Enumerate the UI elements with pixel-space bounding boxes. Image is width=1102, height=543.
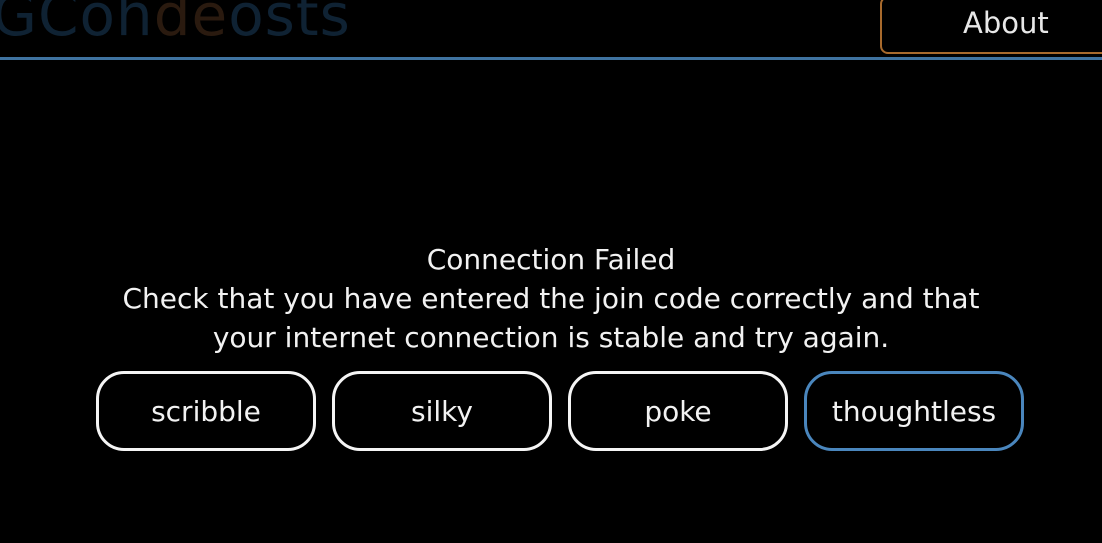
join-code-word-2[interactable] — [332, 371, 552, 451]
error-line-2: your internet connection is stable and t… — [212, 321, 890, 354]
join-code-word-4[interactable] — [804, 371, 1024, 451]
error-line-1: Check that you have entered the join cod… — [122, 282, 980, 315]
join-code-word-3[interactable] — [568, 371, 788, 451]
logo-text-part2: de — [153, 0, 229, 49]
about-button-label: About — [963, 6, 1049, 40]
top-header: GCohdeosts About — [0, 0, 1102, 60]
join-code-inputs — [96, 371, 1026, 451]
join-code-word-1[interactable] — [96, 371, 316, 451]
about-button[interactable]: About — [880, 0, 1102, 54]
app-logo: GCohdeosts — [0, 0, 351, 44]
connection-error-message: Connection Failed Check that you have en… — [0, 240, 1102, 357]
logo-text-part3: osts — [228, 0, 351, 49]
logo-text-part1: GCoh — [0, 0, 154, 49]
error-title: Connection Failed — [426, 243, 676, 276]
